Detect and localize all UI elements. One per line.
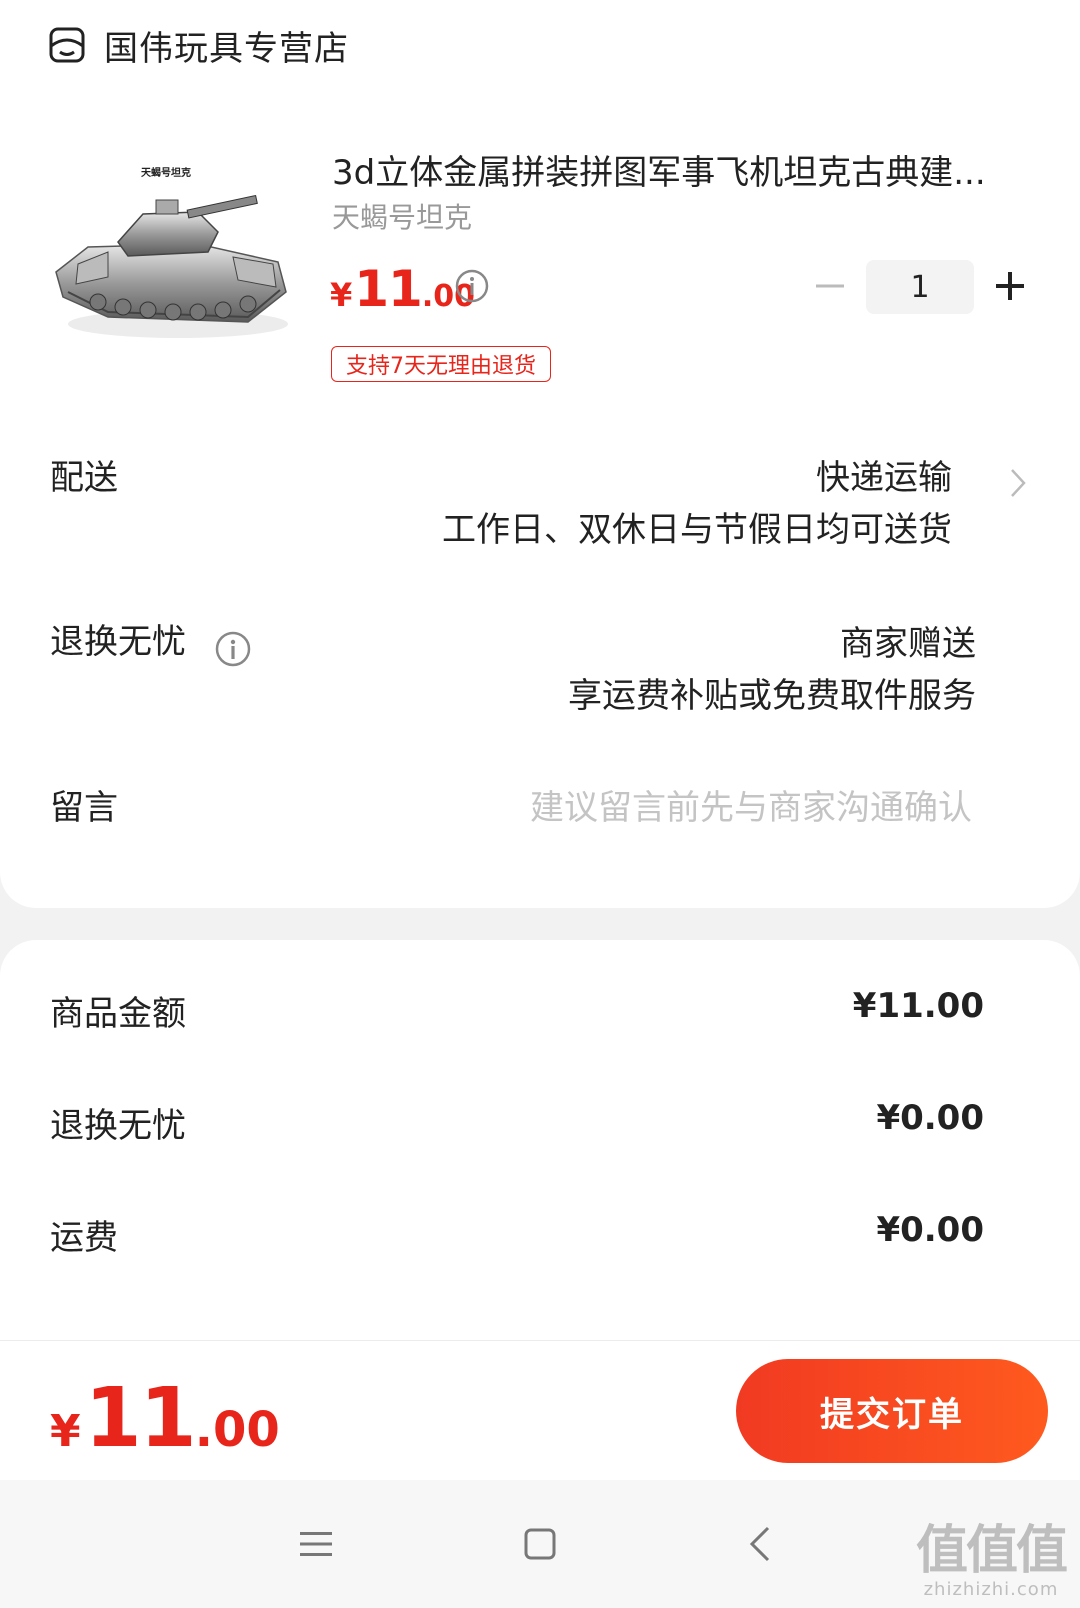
summary-value-returns: ¥0.00 (876, 1098, 984, 1138)
menu-icon[interactable] (294, 1522, 338, 1566)
return-policy-badge: 支持7天无理由退货 (331, 346, 551, 382)
store-header[interactable]: 国伟玩具专营店 (48, 20, 349, 70)
price-info-icon[interactable] (454, 268, 490, 304)
quantity-decrease-button[interactable] (812, 268, 848, 304)
summary-label-goods: 商品金额 (50, 994, 186, 1034)
site-watermark: 值值值 zhizhizhi.com (915, 1521, 1068, 1600)
watermark-url: zhizhizhi.com (923, 1579, 1059, 1600)
product-variant[interactable]: 天蝎号坦克 (332, 196, 472, 236)
delivery-method[interactable]: 快递运输 (816, 450, 952, 499)
total-symbol: ¥ (50, 1406, 81, 1457)
summary-label-shipping: 运费 (50, 1218, 118, 1258)
price-symbol: ¥ (330, 276, 353, 314)
image-caption: 天蝎号坦克 (141, 166, 191, 179)
summary-label-returns: 退换无忧 (50, 1106, 186, 1146)
quantity-increase-button[interactable] (992, 268, 1028, 304)
submit-order-button[interactable]: 提交订单 (736, 1359, 1048, 1463)
system-nav-bar: 值值值 zhizhizhi.com (0, 1480, 1080, 1608)
total-decimal: .00 (194, 1402, 280, 1458)
store-name: 国伟玩具专营店 (104, 28, 349, 69)
summary-value-shipping: ¥0.00 (876, 1210, 984, 1250)
back-icon[interactable] (740, 1522, 784, 1566)
checkout-bar: ¥ 11 .00 提交订单 (0, 1340, 1080, 1480)
chevron-right-icon[interactable] (1008, 466, 1028, 500)
returns-info-icon[interactable] (214, 630, 252, 668)
message-input[interactable]: 建议留言前先与商家沟通确认 (530, 780, 972, 829)
product-title[interactable]: 3d立体金属拼装拼图军事飞机坦克古典建... (332, 145, 1032, 194)
returns-value: 商家赠送 (840, 624, 976, 664)
returns-label: 退换无忧 (50, 622, 186, 662)
delivery-note: 工作日、双休日与节假日均可送货 (442, 510, 952, 550)
total-integer: 11 (84, 1371, 197, 1466)
product-image[interactable]: 天蝎号坦克 (48, 152, 298, 362)
watermark-logo: 值值值 (915, 1521, 1068, 1581)
store-face-icon (49, 27, 85, 63)
order-card: 国伟玩具专营店 天蝎号坦克 3d立体金属拼装拼图军事飞机坦克古典建... 天蝎号… (0, 0, 1080, 908)
price-integer: 11 (354, 260, 423, 318)
home-icon[interactable] (518, 1522, 562, 1566)
tank-model-image: 天蝎号坦克 (55, 166, 288, 338)
delivery-label: 配送 (50, 458, 118, 498)
message-label: 留言 (50, 788, 118, 828)
summary-value-goods: ¥11.00 (852, 986, 984, 1026)
total-price: ¥ 11 .00 (50, 1371, 280, 1466)
price-summary-card: 商品金额 ¥11.00 退换无忧 ¥0.00 运费 ¥0.00 (0, 940, 1080, 1340)
returns-note: 享运费补贴或免费取件服务 (568, 676, 976, 716)
quantity-input[interactable]: 1 (866, 260, 974, 314)
